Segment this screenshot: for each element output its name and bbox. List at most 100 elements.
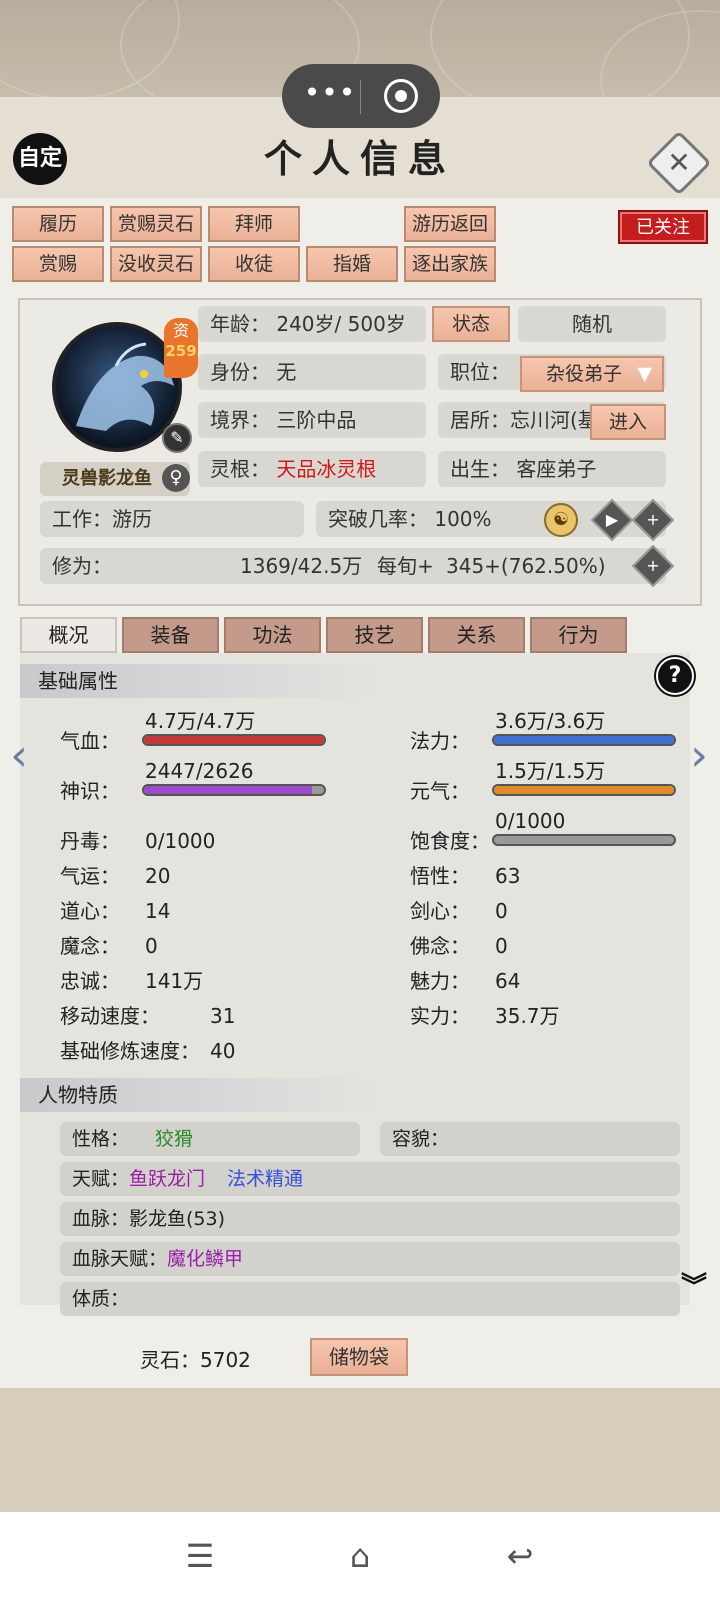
follow-button[interactable]: 已关注	[618, 210, 708, 244]
resume-button[interactable]: 履历	[12, 206, 104, 242]
sense-value: 2447/2626	[145, 759, 254, 783]
sense-bar-fill	[144, 786, 312, 794]
vigor-label: 元气：	[410, 779, 470, 803]
close-icon[interactable]: ✕	[656, 140, 702, 186]
personality-value: 狡猾	[155, 1128, 194, 1150]
comprehension-label: 悟性：	[410, 864, 470, 888]
luck-label: 气运：	[60, 864, 120, 888]
bloodline-value: 影龙鱼(53)	[129, 1208, 226, 1230]
sense-bar	[142, 784, 326, 796]
spirit-root-label: 灵根：	[210, 457, 270, 481]
charm-label: 魅力：	[410, 969, 470, 993]
physique-row: 体质：	[60, 1282, 680, 1316]
bloodline-label: 血脉：	[72, 1208, 130, 1230]
bloodline-talent-label: 血脉天赋：	[72, 1248, 168, 1270]
demon-thought-value: 0	[145, 934, 158, 958]
charm-value: 64	[495, 969, 521, 993]
move-speed-value: 31	[210, 1004, 236, 1028]
page-title: 个人信息	[263, 136, 456, 181]
mana-value: 3.6万/3.6万	[495, 709, 606, 733]
reward-stones-button[interactable]: 赏赐灵石	[110, 206, 202, 242]
confiscate-stones-button[interactable]: 没收灵石	[110, 246, 202, 282]
realm-value: 三阶中品	[276, 408, 357, 432]
previous-arrow-icon[interactable]: ‹	[4, 731, 34, 781]
tab-equipment[interactable]: 装备	[122, 617, 219, 653]
cultivation-speed-value: 40	[210, 1039, 236, 1063]
back-icon[interactable]: ↩	[500, 1536, 540, 1576]
spirit-stone-count: 灵石：5702	[140, 1348, 251, 1372]
personality-label: 性格：	[72, 1128, 130, 1150]
storage-bag-button[interactable]: 储物袋	[310, 1338, 408, 1376]
position-value: 杂役弟子	[546, 363, 623, 385]
realm-field: 境界： 三阶中品	[198, 402, 426, 438]
bloodline-talent-row: 血脉天赋：魔化鳞甲	[60, 1242, 680, 1276]
apprentice-button[interactable]: 拜师	[208, 206, 300, 242]
tab-behavior[interactable]: 行为	[530, 617, 627, 653]
return-travel-button[interactable]: 游历返回	[404, 206, 496, 242]
residence-value: 忘川河(基	[510, 408, 598, 432]
physique-label: 体质：	[72, 1288, 130, 1310]
satiety-label: 饱食度：	[410, 829, 490, 853]
work-value: 游历	[112, 507, 152, 531]
tab-relations[interactable]: 关系	[428, 617, 525, 653]
arrange-marriage-button[interactable]: 指婚	[306, 246, 398, 282]
spirit-root-value: 天品冰灵根	[276, 457, 377, 481]
tab-skills[interactable]: 技艺	[326, 617, 423, 653]
age-field: 年龄： 240岁/ 500岁	[198, 306, 426, 342]
play-icon[interactable]: ▶	[597, 505, 627, 535]
cultivation-label: 修为：	[52, 554, 112, 578]
tab-techniques[interactable]: 功法	[224, 617, 321, 653]
vigor-value: 1.5万/1.5万	[495, 759, 606, 783]
rename-icon[interactable]: ✎	[162, 423, 192, 453]
basic-attributes-heading: 基础属性	[20, 664, 380, 698]
looks-label: 容貌：	[392, 1128, 450, 1150]
bottom-background	[0, 1388, 720, 1512]
more-icon[interactable]: •••	[300, 78, 360, 114]
random-button[interactable]: 随机	[518, 306, 666, 342]
talent-row: 天赋：鱼跃龙门 法术精通	[60, 1162, 680, 1196]
talent-2[interactable]: 法术精通	[227, 1168, 303, 1190]
age-value: 240岁/ 500岁	[276, 312, 406, 336]
help-icon[interactable]: ?	[656, 657, 694, 695]
work-field: 工作：游历	[40, 501, 304, 537]
personality-row: 性格： 狡猾	[60, 1122, 360, 1156]
dao-heart-label: 道心：	[60, 899, 120, 923]
take-disciple-button[interactable]: 收徒	[208, 246, 300, 282]
double-chevron-down-icon[interactable]: ︾	[676, 1274, 712, 1312]
hp-label: 气血：	[60, 729, 120, 753]
tab-overview[interactable]: 概况	[20, 617, 117, 653]
status-button[interactable]: 状态	[432, 306, 510, 342]
realm-label: 境界：	[210, 408, 270, 432]
age-label: 年龄：	[210, 312, 270, 336]
mana-bar	[492, 734, 676, 746]
move-speed-label: 移动速度：	[60, 1004, 160, 1028]
identity-value: 无	[276, 360, 297, 384]
plus-icon[interactable]: +	[638, 551, 668, 581]
talent-1[interactable]: 鱼跃龙门	[129, 1168, 205, 1190]
hp-value: 4.7万/4.7万	[145, 709, 256, 733]
position-select[interactable]: 杂役弟子 ▼	[520, 356, 664, 392]
per-turn-value: 345+(762.50%)	[446, 554, 606, 578]
expel-button[interactable]: 逐出家族	[404, 246, 496, 282]
bloodline-talent-value[interactable]: 魔化鳞甲	[167, 1248, 243, 1270]
mana-bar-fill	[494, 736, 674, 744]
demon-thought-label: 魔念：	[60, 934, 120, 958]
sense-label: 神识：	[60, 779, 120, 803]
luck-value: 20	[145, 864, 171, 888]
birth-label: 出生：	[450, 457, 510, 481]
home-icon[interactable]: ⌂	[340, 1536, 380, 1576]
plus-icon[interactable]: +	[638, 505, 668, 535]
position-label: 职位：	[450, 360, 510, 384]
comprehension-value: 63	[495, 864, 521, 888]
vigor-bar-fill	[494, 786, 674, 794]
breakthrough-icon[interactable]: ☯	[544, 503, 578, 537]
pill-toxin-label: 丹毒：	[60, 829, 120, 853]
satiety-value: 0/1000	[495, 809, 566, 833]
chevron-down-icon: ▼	[637, 363, 652, 385]
strength-value: 35.7万	[495, 1004, 560, 1028]
enter-button[interactable]: 进入	[590, 404, 666, 440]
next-arrow-icon[interactable]: ›	[684, 731, 714, 781]
strength-label: 实力：	[410, 1004, 470, 1028]
menu-icon[interactable]: ☰	[180, 1536, 220, 1576]
reward-button[interactable]: 赏赐	[12, 246, 104, 282]
